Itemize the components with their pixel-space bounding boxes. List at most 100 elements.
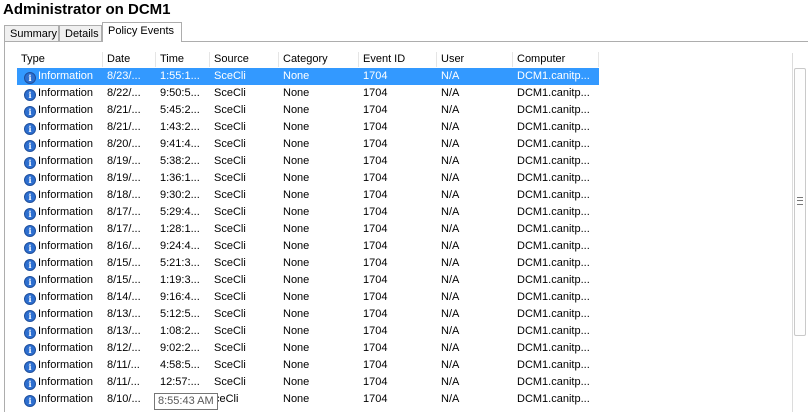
table-row[interactable]: i Information 8/14/... 9:16:4... SceCli None 1… <box>17 289 599 306</box>
cell-category: None <box>283 206 310 218</box>
cell-date: 8/21/... <box>107 121 141 133</box>
vertical-scrollbar[interactable] <box>792 53 808 412</box>
cell-type: i Information <box>17 187 103 204</box>
table-row[interactable]: i Information 8/19/... 5:38:2... SceCli None 1… <box>17 153 599 170</box>
cell-computer: DCM1.canitp... <box>517 257 590 269</box>
cell-date: 8/11/... <box>107 376 140 388</box>
cell-time: 5:21:3... <box>160 257 200 269</box>
cell-type: i Information <box>17 119 103 136</box>
table-row[interactable]: i Information 8/11/... 4:58:5... SceCli None 1… <box>17 357 599 374</box>
time-tooltip: 8:55:43 AM <box>154 393 218 410</box>
cell-computer: DCM1.canitp... <box>517 87 590 99</box>
cell-type-label: Information <box>38 104 94 116</box>
cell-source: SceCli <box>214 257 246 269</box>
cell-source: SceCli <box>214 223 246 235</box>
information-icon: i <box>24 242 36 254</box>
cell-user: N/A <box>441 155 460 167</box>
column-header-source[interactable]: Source <box>210 52 279 67</box>
cell-user: N/A <box>441 223 460 235</box>
column-header-type[interactable]: Type <box>17 52 103 67</box>
cell-date: 8/23/... <box>107 70 141 82</box>
cell-type-label: Information <box>38 274 94 286</box>
table-row[interactable]: i Information 8/21/... 1:43:2... SceCli None 1… <box>17 119 599 136</box>
column-header-date[interactable]: Date <box>103 52 156 67</box>
cell-category: None <box>283 240 310 252</box>
table-row[interactable]: i Information 8/13/... 5:12:5... SceCli None 1… <box>17 306 599 323</box>
cell-type: i Information <box>17 85 103 102</box>
table-row[interactable]: i Information 8/18/... 9:30:2... SceCli None 1… <box>17 187 599 204</box>
column-header-user[interactable]: User <box>437 52 513 67</box>
cell-type: i Information <box>17 238 103 255</box>
column-header-time[interactable]: Time <box>156 52 210 67</box>
cell-source: SceCli <box>214 70 246 82</box>
cell-event-id: 1704 <box>363 359 388 371</box>
cell-user: N/A <box>441 206 460 218</box>
cell-type-label: Information <box>38 308 94 320</box>
cell-type-label: Information <box>38 257 94 269</box>
column-header-event-id[interactable]: Event ID <box>359 52 437 67</box>
cell-computer: DCM1.canitp... <box>517 308 590 320</box>
cell-category: None <box>283 70 310 82</box>
scrollbar-thumb[interactable] <box>794 68 806 336</box>
cell-date: 8/17/... <box>107 223 141 235</box>
tab-details[interactable]: Details <box>59 25 102 41</box>
information-icon: i <box>24 191 36 203</box>
cell-time: 1:19:3... <box>160 274 200 286</box>
information-icon: i <box>24 361 36 373</box>
table-row[interactable]: i Information 8/21/... 5:45:2... SceCli None 1… <box>17 102 599 119</box>
cell-type-label: Information <box>38 121 94 133</box>
cell-event-id: 1704 <box>363 291 388 303</box>
information-icon: i <box>24 310 36 322</box>
cell-type-label: Information <box>38 172 94 184</box>
cell-type: i Information <box>17 102 103 119</box>
table-row[interactable]: i Information 8/19/... 1:36:1... SceCli None 1… <box>17 170 599 187</box>
information-icon: i <box>24 89 36 101</box>
tab-policy-events[interactable]: Policy Events <box>102 22 182 42</box>
cell-time: 5:38:2... <box>160 155 200 167</box>
scrollbar-grip-icon <box>797 197 803 205</box>
table-row[interactable]: i Information 8/20/... 9:41:4... SceCli None 1… <box>17 136 599 153</box>
table-row[interactable]: i Information 8/17/... 5:29:4... SceCli None 1… <box>17 204 599 221</box>
cell-time: 9:50:5... <box>160 87 200 99</box>
cell-category: None <box>283 325 310 337</box>
table-row[interactable]: i Information 8/17/... 1:28:1... SceCli None 1… <box>17 221 599 238</box>
cell-category: None <box>283 189 310 201</box>
column-header-computer[interactable]: Computer <box>513 52 599 67</box>
cell-time: 1:08:2... <box>160 325 200 337</box>
cell-source: SceCli <box>214 308 246 320</box>
cell-computer: DCM1.canitp... <box>517 274 590 286</box>
cell-type-label: Information <box>38 87 94 99</box>
table-row[interactable]: i Information 8/16/... 9:24:4... SceCli None 1… <box>17 238 599 255</box>
tab-strip: Summary Details Policy Events <box>4 22 808 42</box>
cell-type: i Information <box>17 306 103 323</box>
table-row[interactable]: i Information 8/15/... 1:19:3... SceCli None 1… <box>17 272 599 289</box>
cell-category: None <box>283 308 310 320</box>
cell-computer: DCM1.canitp... <box>517 138 590 150</box>
table-row[interactable]: i Information 8/23/... 1:55:1... SceCli None 1… <box>17 68 599 85</box>
cell-type: i Information <box>17 136 103 153</box>
cell-computer: DCM1.canitp... <box>517 342 590 354</box>
cell-type-label: Information <box>38 189 94 201</box>
cell-time: 5:12:5... <box>160 308 200 320</box>
table-row[interactable]: i Information 8/11/... 12:57:... SceCli None 1… <box>17 374 599 391</box>
table-row[interactable]: i Information 8/22/... 9:50:5... SceCli None 1… <box>17 85 599 102</box>
cell-source: SceCli <box>214 172 246 184</box>
policy-events-panel: Type Date Time Source Category Event ID … <box>4 41 808 412</box>
table-row[interactable]: i Information 8/15/... 5:21:3... SceCli None 1… <box>17 255 599 272</box>
tab-summary[interactable]: Summary <box>4 25 59 41</box>
table-body: i Information 8/23/... 1:55:1... SceCli None 1… <box>17 68 599 408</box>
table-row[interactable]: i Information 8/12/... 9:02:2... SceCli None 1… <box>17 340 599 357</box>
cell-source: SceCli <box>214 189 246 201</box>
cell-date: 8/15/... <box>107 274 141 286</box>
cell-date: 8/12/... <box>107 342 141 354</box>
cell-type-label: Information <box>38 359 94 371</box>
cell-source: SceCli <box>214 240 246 252</box>
cell-date: 8/19/... <box>107 155 141 167</box>
cell-date: 8/22/... <box>107 87 141 99</box>
cell-event-id: 1704 <box>363 104 388 116</box>
window-title: Administrator on DCM1 <box>3 1 171 18</box>
table-row[interactable]: i Information 8/13/... 1:08:2... SceCli None 1… <box>17 323 599 340</box>
column-header-category[interactable]: Category <box>279 52 359 67</box>
cell-category: None <box>283 376 310 388</box>
table-row[interactable]: i Information 8/10/... ceCli None 1704 N/A DCM1… <box>17 391 599 408</box>
